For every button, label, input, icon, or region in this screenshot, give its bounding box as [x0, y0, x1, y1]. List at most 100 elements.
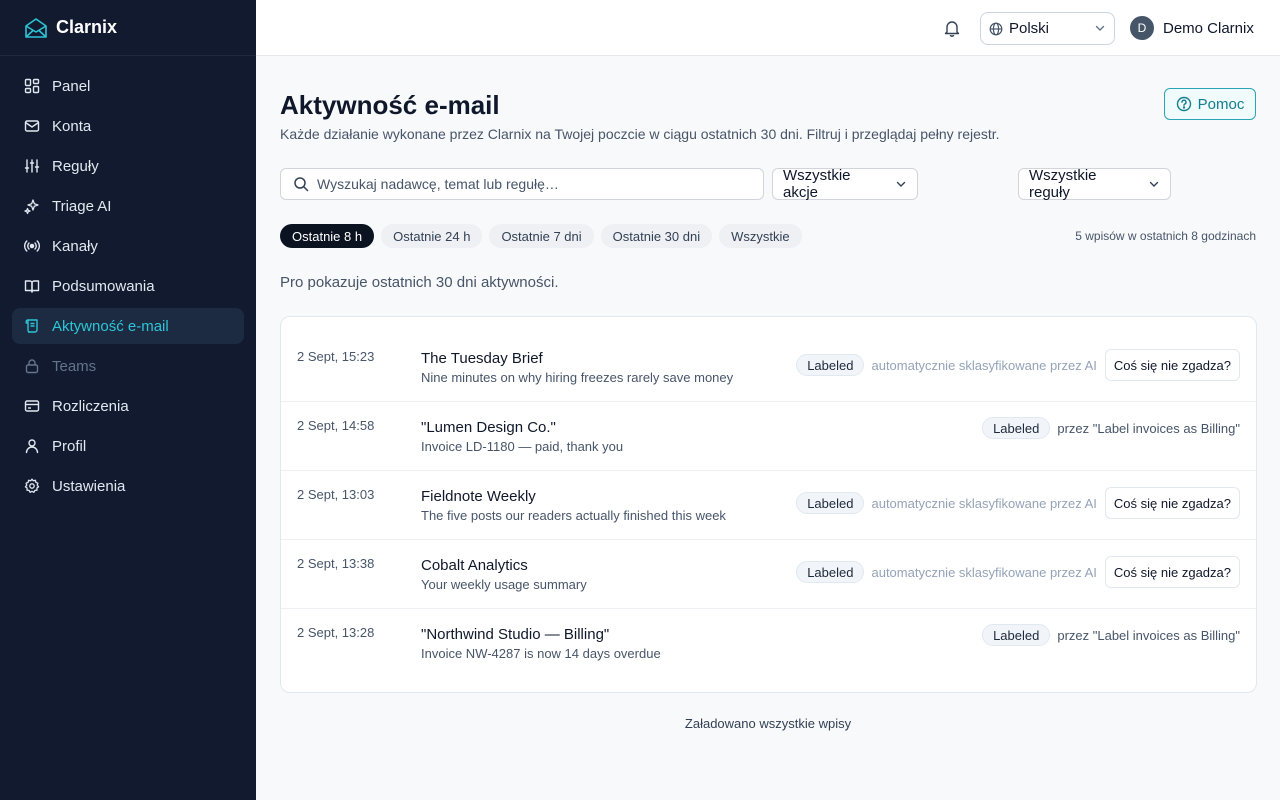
brand-name: Clarnix: [56, 17, 118, 37]
sidebar-item-konta[interactable]: Konta: [12, 108, 244, 144]
entry-note: przez "Label invoices as Billing": [1057, 420, 1240, 436]
entry-subject: Your weekly usage summary: [421, 577, 587, 592]
search-input[interactable]: [317, 176, 737, 192]
status-badge: Labeled: [982, 624, 1051, 646]
sidebar-item-reguly[interactable]: Reguły: [12, 148, 244, 184]
dispute-button[interactable]: Coś się nie zgadza?: [1104, 556, 1240, 588]
sidebar-item-kanaly[interactable]: Kanały: [12, 228, 244, 264]
sidebar-item-label: Panel: [52, 77, 91, 95]
chevron-down-icon: [895, 178, 907, 190]
entry-subject: Invoice NW-4287 is now 14 days overdue: [421, 646, 661, 661]
envelope-logo-icon: [24, 16, 48, 40]
brand[interactable]: Clarnix: [0, 0, 256, 56]
activity-row[interactable]: 2 Sept, 13:28 "Northwind Studio — Billin…: [281, 609, 1256, 678]
time-range-pills: Ostatnie 8 h Ostatnie 24 h Ostatnie 7 dn…: [280, 224, 809, 248]
entry-time: 2 Sept, 13:38: [297, 556, 375, 571]
lock-icon: [24, 358, 40, 374]
bell-icon[interactable]: [940, 16, 964, 40]
help-button[interactable]: Pomoc: [1164, 88, 1256, 120]
radio-icon: [24, 238, 40, 254]
activity-row[interactable]: 2 Sept, 13:38 Cobalt Analytics Your week…: [281, 540, 1256, 609]
sidebar-item-teams[interactable]: Teams: [12, 348, 244, 384]
activity-list: 2 Sept, 15:23 The Tuesday Brief Nine min…: [280, 316, 1257, 693]
sidebar: Clarnix Panel Konta Reguły Triage AI Kan…: [0, 0, 256, 800]
range-pill-24h[interactable]: Ostatnie 24 h: [381, 224, 483, 248]
language-select[interactable]: Polski: [980, 12, 1115, 45]
list-footer-note: Załadowano wszystkie wpisy: [684, 716, 852, 731]
sidebar-item-label: Aktywność e-mail: [52, 317, 169, 335]
entry-sender: Cobalt Analytics: [421, 557, 528, 574]
range-pill-all[interactable]: Wszystkie: [719, 224, 802, 248]
page-subtitle: Każde działanie wykonane przez Clarnix n…: [280, 126, 1000, 142]
sidebar-item-profil[interactable]: Profil: [12, 428, 244, 464]
chevron-down-icon: [1148, 178, 1160, 190]
entry-time: 2 Sept, 13:28: [297, 625, 375, 640]
entry-actions: Labeled przez "Label invoices as Billing…: [982, 623, 1240, 647]
activity-row[interactable]: 2 Sept, 14:58 "Lumen Design Co." Invoice…: [281, 402, 1256, 471]
help-label: Pomoc: [1197, 95, 1245, 113]
entry-time: 2 Sept, 15:23: [297, 349, 375, 364]
mail-icon: [24, 118, 40, 134]
user-menu[interactable]: D Demo Clarnix: [1130, 16, 1254, 40]
grid-icon: [24, 78, 40, 94]
range-pill-30d[interactable]: Ostatnie 30 dni: [600, 224, 713, 248]
sidebar-item-podsumowania[interactable]: Podsumowania: [12, 268, 244, 304]
sidebar-item-panel[interactable]: Panel: [12, 68, 244, 104]
dispute-button[interactable]: Coś się nie zgadza?: [1104, 349, 1240, 381]
sidebar-item-label: Ustawienia: [52, 477, 126, 495]
entry-note: przez "Label invoices as Billing": [1057, 627, 1240, 643]
chevron-down-icon: [1094, 22, 1106, 34]
sidebar-item-label: Konta: [52, 117, 92, 135]
sidebar-item-label: Reguły: [52, 157, 99, 175]
scroll-icon: [24, 318, 40, 334]
book-icon: [24, 278, 40, 294]
sidebar-item-label: Teams: [52, 357, 97, 375]
entry-note: automatycznie sklasyfikowane przez AI: [871, 357, 1097, 373]
entry-actions: Labeled automatycznie sklasyfikowane prz…: [796, 487, 1240, 519]
gear-icon: [24, 478, 40, 494]
sidebar-nav: Panel Konta Reguły Triage AI Kanały Pods…: [0, 56, 256, 520]
rules-filter-label: Wszystkie reguły: [1029, 167, 1097, 201]
status-badge: Labeled: [796, 354, 865, 376]
range-pill-8h[interactable]: Ostatnie 8 h: [280, 224, 375, 248]
page-title: Aktywność e-mail: [280, 90, 500, 120]
sparkles-icon: [24, 198, 40, 214]
actions-filter-select[interactable]: Wszystkie akcje: [772, 167, 918, 201]
entry-subject: The five posts our readers actually fini…: [421, 508, 726, 523]
entry-sender: Fieldnote Weekly: [421, 488, 536, 505]
sidebar-item-triage-ai[interactable]: Triage AI: [12, 188, 244, 224]
actions-filter-label: Wszystkie akcje: [783, 167, 851, 201]
sidebar-item-label: Profil: [52, 437, 87, 455]
status-badge: Labeled: [796, 561, 865, 583]
user-name: Demo Clarnix: [1163, 19, 1254, 37]
globe-icon: [989, 22, 1003, 36]
entry-sender: The Tuesday Brief: [421, 350, 543, 367]
entry-actions: Labeled automatycznie sklasyfikowane prz…: [796, 556, 1240, 588]
sidebar-item-rozliczenia[interactable]: Rozliczenia: [12, 388, 244, 424]
user-icon: [24, 438, 40, 454]
language-label: Polski: [1009, 20, 1050, 37]
search-icon: [293, 176, 309, 192]
entry-time: 2 Sept, 13:03: [297, 487, 375, 502]
sidebar-item-label: Podsumowania: [52, 277, 155, 295]
question-circle-icon: [1176, 96, 1192, 112]
sidebar-item-ustawienia[interactable]: Ustawienia: [12, 468, 244, 504]
dispute-button[interactable]: Coś się nie zgadza?: [1104, 487, 1240, 519]
entry-actions: Labeled przez "Label invoices as Billing…: [982, 416, 1240, 440]
search-box: [280, 168, 764, 200]
activity-row[interactable]: 2 Sept, 15:23 The Tuesday Brief Nine min…: [281, 333, 1256, 402]
sidebar-item-label: Rozliczenia: [52, 397, 129, 415]
range-pill-7d[interactable]: Ostatnie 7 dni: [489, 224, 594, 248]
status-badge: Labeled: [982, 417, 1051, 439]
rules-filter-select[interactable]: Wszystkie reguły: [1018, 167, 1171, 201]
main-content: Aktywność e-mail Każde działanie wykonan…: [256, 56, 1280, 800]
sidebar-item-aktywnosc-email[interactable]: Aktywność e-mail: [12, 308, 244, 344]
activity-row[interactable]: 2 Sept, 13:03 Fieldnote Weekly The five …: [281, 471, 1256, 540]
entry-time: 2 Sept, 14:58: [297, 418, 375, 433]
avatar: D: [1130, 16, 1154, 40]
entry-subject: Nine minutes on why hiring freezes rarel…: [421, 370, 734, 385]
topbar: Polski D Demo Clarnix: [256, 0, 1280, 56]
entry-sender: "Northwind Studio — Billing": [421, 626, 610, 643]
wallet-icon: [24, 398, 40, 414]
entry-subject: Invoice LD-1180 — paid, thank you: [421, 439, 624, 454]
